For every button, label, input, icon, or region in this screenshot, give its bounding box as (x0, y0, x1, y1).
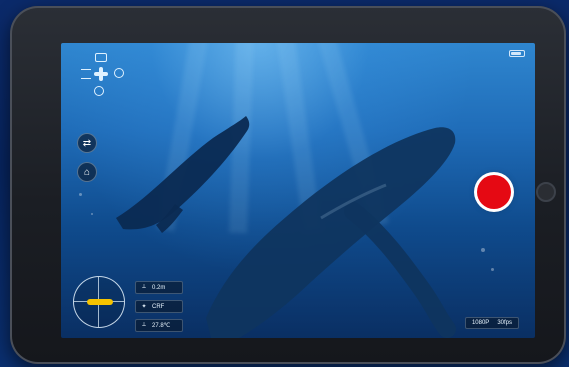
temperature-icon: ⟂ (141, 322, 146, 328)
status-bar (485, 50, 525, 57)
whale-left (116, 116, 250, 230)
heading-readout: ✦ CRF (135, 300, 183, 313)
home-icon[interactable]: ⌂ (77, 162, 97, 182)
circle-icon[interactable] (114, 68, 124, 78)
bubble (91, 213, 93, 215)
depth-value: 0.2m (152, 284, 166, 291)
depth-readout: ⟂ 0.2m (135, 281, 183, 294)
camera-icon[interactable] (95, 53, 107, 62)
bubble (491, 268, 494, 271)
heading-icon: ✦ (141, 304, 147, 310)
circle-icon[interactable] (94, 86, 104, 96)
bubble (79, 193, 82, 196)
attitude-indicator (73, 276, 125, 328)
underwater-scene (116, 116, 456, 338)
resolution-label: 1080P (471, 320, 490, 326)
dpad-icon[interactable] (94, 67, 108, 81)
battery-icon (509, 50, 525, 57)
tablet-frame: ⇄ ⌂ ⟂ 0.2m ✦ CRF ⟂ 27.8℃ 1080P 30fps (10, 6, 566, 364)
record-button[interactable] (477, 175, 511, 209)
attitude-bar (87, 299, 113, 305)
camera-view: ⇄ ⌂ ⟂ 0.2m ✦ CRF ⟂ 27.8℃ 1080P 30fps (61, 43, 535, 338)
whale-right (206, 127, 456, 338)
heading-value: CRF (152, 303, 165, 310)
temperature-readout: ⟂ 27.8℃ (135, 319, 183, 332)
bubble (481, 248, 485, 252)
swap-icon[interactable]: ⇄ (77, 133, 97, 153)
temperature-value: 27.8℃ (152, 323, 171, 329)
tablet-home-button[interactable] (536, 182, 556, 202)
video-settings-badge[interactable]: 1080P 30fps (464, 317, 519, 329)
menu-icon[interactable] (81, 69, 91, 79)
depth-icon: ⟂ (141, 284, 146, 290)
movement-controls (81, 53, 124, 103)
telemetry-panel: ⟂ 0.2m ✦ CRF ⟂ 27.8℃ (135, 281, 183, 338)
whale-right-fin (344, 202, 456, 338)
fps-label: 30fps (497, 320, 512, 326)
